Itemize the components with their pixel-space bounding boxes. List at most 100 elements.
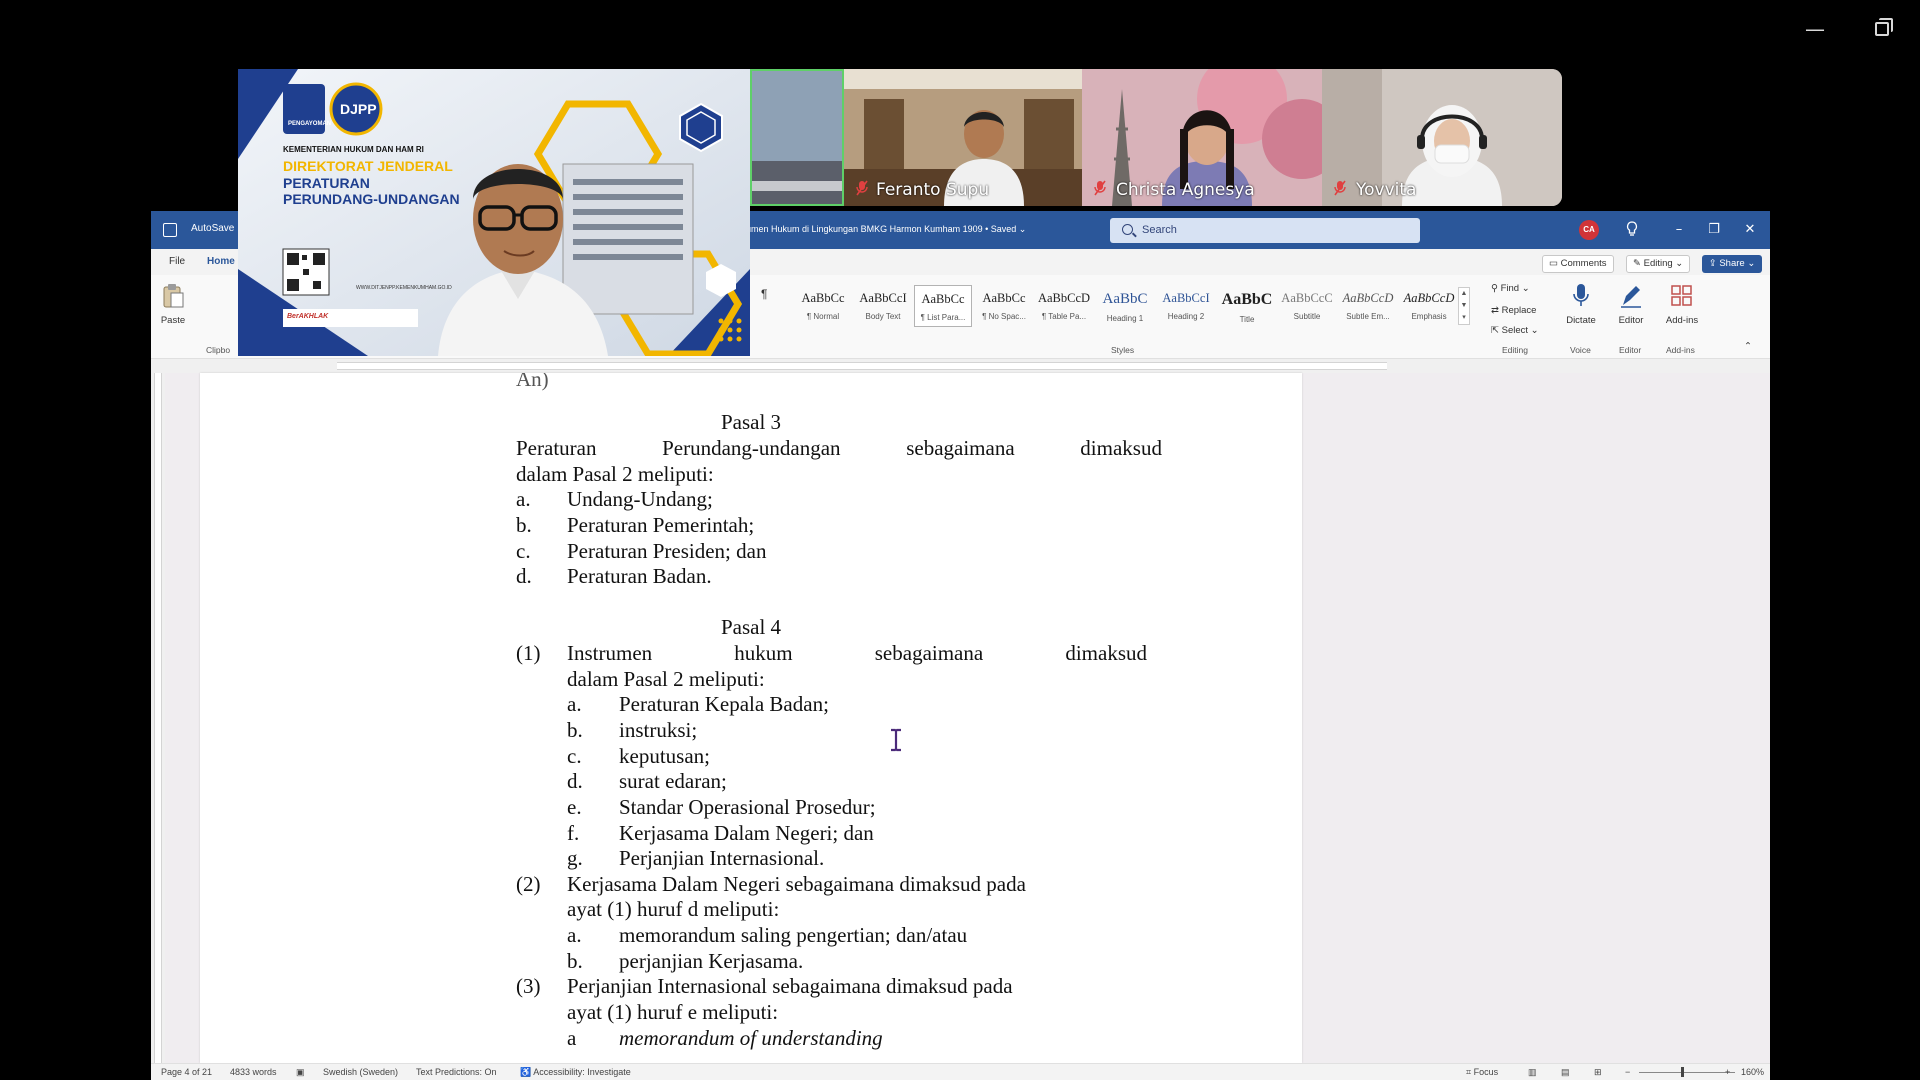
ayat-1-item-c: keputusan;: [619, 744, 710, 768]
ayat-1-item-e: Standar Operasional Prosedur;: [619, 795, 876, 819]
word-count[interactable]: 4833 words: [230, 1067, 277, 1077]
ayat-1-item-f: Kerjasama Dalam Negeri; dan: [619, 821, 874, 845]
pasal-3-item-a-label: a.: [516, 487, 531, 511]
comments-button[interactable]: ▭ Comments: [1542, 255, 1614, 273]
horizontal-ruler[interactable]: [151, 359, 1770, 373]
autosave-label[interactable]: AutoSave: [191, 223, 234, 234]
user-avatar[interactable]: CA: [1579, 220, 1599, 240]
ayat-1-item-f-label: f.: [567, 821, 580, 845]
style-list-paragraph[interactable]: AaBbCc ¶ List Para...: [914, 285, 972, 327]
text-cursor-icon: [891, 728, 901, 752]
muted-microphone-icon: [856, 180, 868, 196]
styles-scroll-button[interactable]: ▲ ▼ ▾: [1458, 287, 1470, 325]
language-indicator[interactable]: Swedish (Sweden): [323, 1067, 398, 1077]
collapse-ribbon-icon[interactable]: ⌃: [1744, 341, 1752, 352]
show-formatting-marks-button[interactable]: ¶: [761, 287, 767, 301]
share-button[interactable]: ⇪ Share ⌄: [1702, 255, 1762, 273]
style-title[interactable]: AaBbC Title: [1218, 285, 1276, 327]
share-icon: ⇪: [1708, 258, 1720, 269]
page-count[interactable]: Page 4 of 21: [161, 1067, 212, 1077]
editor-pen-icon: [1621, 286, 1641, 308]
ayat-3-item-a-label: a: [567, 1026, 577, 1050]
pasal-4-ayat-1-line-2: dalam Pasal 2 meliputi:: [567, 667, 765, 691]
style-heading-1[interactable]: AaBbC Heading 1: [1096, 285, 1154, 327]
paste-icon: [163, 284, 184, 308]
pasal-3-item-b: Peraturan Pemerintah;: [567, 513, 755, 537]
status-bar: Page 4 of 21 4833 words ▣ Swedish (Swede…: [151, 1063, 1770, 1080]
ayat-1-item-d: surat edaran;: [619, 769, 727, 793]
accessibility-icon: ♿: [520, 1067, 534, 1077]
zoom-slider-thumb[interactable]: [1681, 1067, 1684, 1077]
word-minimize-button[interactable]: –: [1668, 219, 1690, 241]
pasal-4-ayat-2-line-1: Kerjasama Dalam Negeri sebagaimana dimak…: [567, 872, 1026, 896]
find-button[interactable]: ⚲ Find ⌄: [1491, 283, 1530, 294]
style-emphasis[interactable]: AaBbCcD Emphasis: [1400, 285, 1458, 327]
add-ins-button[interactable]: Add-ins: [1657, 283, 1707, 326]
replace-button[interactable]: ⇄ Replace: [1491, 305, 1536, 316]
web-layout-icon[interactable]: ⊞: [1594, 1067, 1602, 1078]
style-no-spacing[interactable]: AaBbCc ¶ No Spac...: [975, 285, 1033, 327]
participant-tile-yovvita[interactable]: Yovvita: [1322, 69, 1562, 206]
style-normal[interactable]: AaBbCc ¶ Normal: [794, 285, 852, 327]
word-restore-button[interactable]: ❐: [1703, 219, 1725, 241]
document-title[interactable]: umen Hukum di Lingkungan BMKG Harmon Kum…: [746, 224, 1026, 235]
pasal-3-intro-line-1: Peraturan Perundang-undangan sebagaimana di…: [516, 436, 1162, 460]
focus-mode-button[interactable]: ⌗ Focus: [1466, 1067, 1498, 1078]
read-mode-icon[interactable]: ▥: [1528, 1067, 1537, 1078]
word-close-button[interactable]: ✕: [1739, 219, 1761, 241]
participant-tile-christa-agnesya[interactable]: Christa Agnesya: [1082, 69, 1322, 206]
document-body[interactable]: An) Pasal 3 Peraturan Perundang-undangan s…: [200, 373, 1302, 1063]
screen: — AutoSave umen Hukum di Lingkungan BMKG…: [0, 0, 1920, 1080]
editing-mode-button[interactable]: ✎ Editing ⌄: [1626, 255, 1691, 273]
tab-home[interactable]: Home: [207, 256, 235, 267]
ayat-1-item-e-label: e.: [567, 795, 582, 819]
focus-icon: ⌗: [1466, 1067, 1474, 1077]
pasal-3-item-d-label: d.: [516, 564, 532, 588]
search-icon: [1122, 224, 1133, 235]
style-body-text[interactable]: AaBbCcI Body Text: [854, 285, 912, 327]
text-predictions-status[interactable]: Text Predictions: On: [416, 1067, 497, 1077]
tab-file[interactable]: File: [169, 256, 185, 267]
word-app-icon[interactable]: [163, 223, 177, 237]
dictate-button[interactable]: Dictate: [1556, 283, 1606, 326]
proofing-icon[interactable]: ▣: [296, 1067, 305, 1078]
zoom-out-button[interactable]: −: [1625, 1067, 1630, 1077]
participant-name: Feranto Supu: [876, 180, 990, 200]
muted-microphone-icon: [1334, 180, 1346, 196]
ayat-1-item-b-label: b.: [567, 718, 583, 742]
participant-tile-feranto-supu[interactable]: Feranto Supu: [844, 69, 1082, 206]
pencil-icon: ✎: [1633, 258, 1644, 269]
lightbulb-icon[interactable]: [1626, 221, 1638, 237]
ayat-1-item-a: Peraturan Kepala Badan;: [619, 692, 829, 716]
print-layout-icon[interactable]: ▤: [1561, 1067, 1570, 1078]
meeting-restore-button[interactable]: [1870, 16, 1896, 42]
search-icon: ⚲: [1491, 283, 1501, 294]
style-subtle-emphasis[interactable]: AaBbCcD Subtle Em...: [1339, 285, 1397, 327]
muted-microphone-icon: [1094, 180, 1106, 196]
zoom-level[interactable]: 160%: [1741, 1067, 1764, 1077]
pasal-4-ayat-3-line-2: ayat (1) huruf e meliputi:: [567, 1000, 779, 1024]
editor-button[interactable]: Editor: [1606, 283, 1656, 326]
zoom-in-button[interactable]: +: [1725, 1067, 1730, 1077]
document-canvas[interactable]: An) Pasal 3 Peraturan Perundang-undangan s…: [165, 373, 1770, 1063]
select-button[interactable]: ⇱ Select ⌄: [1491, 325, 1539, 336]
pasal-4-ayat-2-line-2: ayat (1) huruf d meliputi:: [567, 897, 780, 921]
accessibility-status[interactable]: ♿ Accessibility: Investigate: [520, 1067, 631, 1078]
paste-button[interactable]: Paste: [153, 283, 193, 326]
vertical-ruler[interactable]: [151, 373, 165, 1063]
style-subtitle[interactable]: AaBbCcC Subtitle: [1278, 285, 1336, 327]
search-box[interactable]: Search: [1110, 218, 1420, 243]
style-heading-2[interactable]: AaBbCcI Heading 2: [1157, 285, 1215, 327]
zoom-slider[interactable]: [1639, 1072, 1735, 1073]
presenter-video-tile[interactable]: PENGAYOMAN DJPP KEMENTERIAN HUKUM DAN HA…: [238, 69, 750, 356]
add-ins-group-label: Add-ins: [1666, 345, 1695, 355]
participant-name: Yovvita: [1356, 180, 1417, 200]
clipboard-group-label: Clipbo: [206, 345, 231, 355]
participant-tile-active[interactable]: [750, 69, 844, 206]
document-page[interactable]: An) Pasal 3 Peraturan Perundang-undangan s…: [200, 373, 1302, 1063]
style-table-paragraph[interactable]: AaBbCcD ¶ Table Pa...: [1035, 285, 1093, 327]
pasal-3-heading: Pasal 3: [720, 410, 782, 434]
pasal-3-item-c-label: c.: [516, 539, 531, 563]
styles-group-label: Styles: [1111, 345, 1135, 355]
meeting-minimize-button[interactable]: —: [1802, 16, 1828, 42]
